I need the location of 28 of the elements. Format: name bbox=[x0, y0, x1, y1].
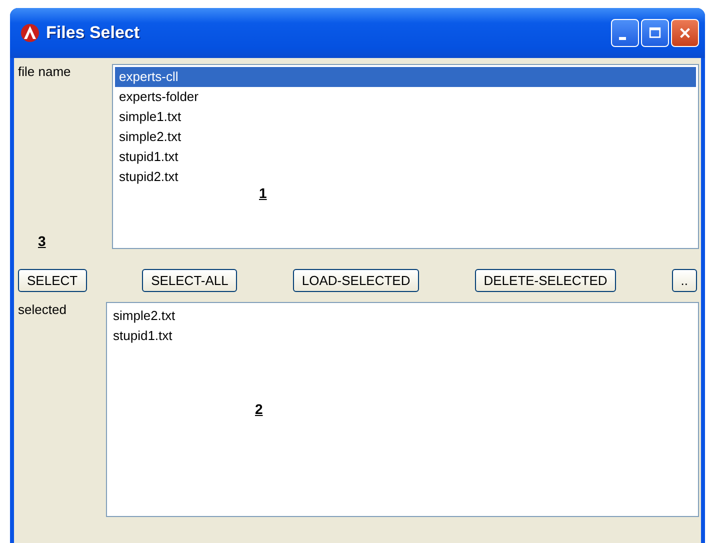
action-button[interactable]: SELECT bbox=[18, 269, 87, 292]
maximize-button[interactable] bbox=[641, 19, 669, 47]
annotation-number: 1 bbox=[259, 185, 267, 201]
selected-list[interactable]: simple2.txt stupid1.txt 2 bbox=[106, 302, 699, 517]
list-item[interactable]: stupid1.txt bbox=[109, 326, 696, 346]
list-item[interactable]: stupid2.txt bbox=[115, 167, 696, 187]
list-item[interactable]: experts-folder bbox=[115, 87, 696, 107]
maximize-icon bbox=[648, 26, 662, 40]
list-item[interactable]: experts-cll bbox=[115, 67, 696, 87]
list-item[interactable]: stupid1.txt bbox=[115, 147, 696, 167]
annotation-number: 3 bbox=[38, 233, 46, 249]
list-item[interactable]: simple1.txt bbox=[115, 107, 696, 127]
file-list[interactable]: experts-cll experts-folder simple1.txt simple2.txt stupid1.txt stupid2.txt 1 bbox=[112, 64, 699, 249]
list-item[interactable]: simple2.txt bbox=[115, 127, 696, 147]
window-title: Files Select bbox=[46, 23, 141, 43]
field-label: file name bbox=[18, 64, 71, 79]
action-button[interactable]: LOAD-SELECTED bbox=[292, 269, 420, 292]
field-label: selected bbox=[18, 302, 66, 317]
app-logo-icon bbox=[20, 23, 40, 43]
action-button[interactable]: DELETE-SELECTED bbox=[474, 269, 616, 292]
minimize-button[interactable] bbox=[611, 19, 639, 47]
action-button[interactable]: .. bbox=[672, 269, 697, 292]
annotation-number: 2 bbox=[255, 401, 263, 417]
action-button[interactable]: SELECT-ALL bbox=[142, 269, 238, 292]
close-icon bbox=[678, 26, 692, 40]
close-button[interactable] bbox=[671, 19, 699, 47]
list-item[interactable]: simple2.txt bbox=[109, 306, 696, 326]
minimize-icon bbox=[618, 36, 626, 40]
